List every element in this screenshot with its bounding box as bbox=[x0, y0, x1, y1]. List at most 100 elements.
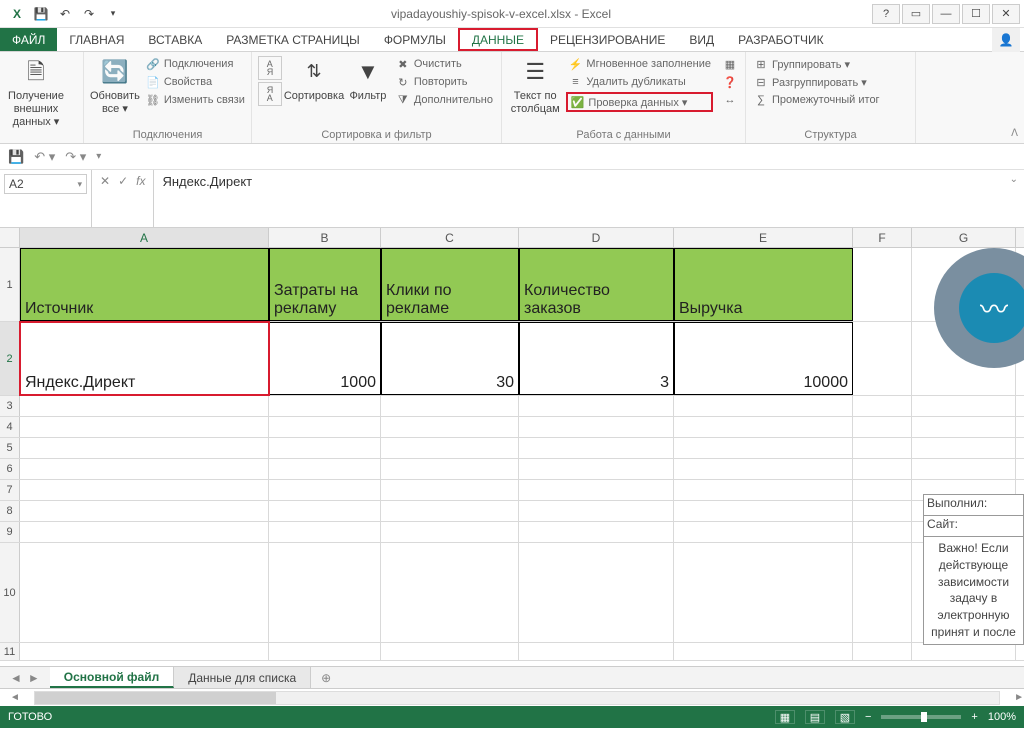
col-header-E[interactable]: E bbox=[674, 228, 853, 247]
cell-D2[interactable]: 3 bbox=[519, 322, 674, 395]
row-header-2[interactable]: 2 bbox=[0, 322, 20, 395]
consolidate-button[interactable]: ▦ bbox=[721, 56, 739, 72]
row-header-5[interactable]: 5 bbox=[0, 438, 20, 458]
user-icon[interactable]: 👤 bbox=[992, 28, 1020, 52]
zoom-percent[interactable]: 100% bbox=[988, 711, 1016, 723]
redo-quick-icon[interactable]: ↷ ▾ bbox=[65, 149, 86, 165]
row-header-11[interactable]: 11 bbox=[0, 643, 20, 660]
tab-insert[interactable]: ВСТАВКА bbox=[136, 28, 214, 51]
cell-D1[interactable]: Количество заказов bbox=[519, 248, 674, 321]
zoom-out-button[interactable]: − bbox=[865, 711, 871, 723]
cell-A3[interactable] bbox=[20, 396, 269, 416]
undo-icon[interactable]: ↶ bbox=[56, 5, 74, 23]
view-page-break-button[interactable]: ▧ bbox=[835, 710, 855, 724]
data-validation-button[interactable]: ✅Проверка данных ▾ bbox=[566, 92, 713, 112]
tab-view[interactable]: ВИД bbox=[677, 28, 726, 51]
edit-links-button[interactable]: ⛓Изменить связи bbox=[144, 92, 247, 108]
cancel-formula-icon[interactable]: ✕ bbox=[100, 174, 110, 188]
get-external-data-button[interactable]: 🗎 Получение внешних данных ▾ bbox=[6, 56, 66, 130]
zoom-slider[interactable] bbox=[881, 715, 961, 719]
relationships-button[interactable]: ↔ bbox=[721, 92, 739, 108]
cell-C1[interactable]: Клики по рекламе bbox=[381, 248, 519, 321]
sort-desc-button[interactable]: Я А bbox=[258, 82, 282, 106]
customize-quick-icon[interactable]: ▾ bbox=[96, 151, 101, 162]
hscroll-thumb[interactable] bbox=[35, 692, 276, 704]
hscroll-track[interactable] bbox=[34, 691, 1000, 705]
row-header-10[interactable]: 10 bbox=[0, 543, 20, 642]
fx-icon[interactable]: fx bbox=[136, 174, 145, 188]
hscroll-right-icon[interactable]: ► bbox=[1014, 692, 1024, 703]
cell-B2[interactable]: 1000 bbox=[269, 322, 381, 395]
enter-formula-icon[interactable]: ✓ bbox=[118, 174, 128, 188]
cell-F1[interactable] bbox=[853, 248, 912, 321]
view-normal-button[interactable]: ▦ bbox=[775, 710, 795, 724]
row-header-3[interactable]: 3 bbox=[0, 396, 20, 416]
redo-icon[interactable]: ↷ bbox=[80, 5, 98, 23]
cell-B1[interactable]: Затраты на рекламу bbox=[269, 248, 381, 321]
ribbon-options-button[interactable]: ▭ bbox=[902, 4, 930, 24]
remove-duplicates-button[interactable]: ≡Удалить дубликаты bbox=[566, 74, 713, 90]
filter-button[interactable]: ▼Фильтр bbox=[346, 56, 390, 103]
col-header-D[interactable]: D bbox=[519, 228, 674, 247]
cell-C2[interactable]: 30 bbox=[381, 322, 519, 395]
flash-fill-button[interactable]: ⚡Мгновенное заполнение bbox=[566, 56, 713, 72]
clear-filter-button[interactable]: ✖Очистить bbox=[394, 56, 495, 72]
ungroup-button[interactable]: ⊟Разгруппировать ▾ bbox=[752, 74, 882, 90]
refresh-all-button[interactable]: 🔄 Обновить все ▾ bbox=[90, 56, 140, 116]
tab-page-layout[interactable]: РАЗМЕТКА СТРАНИЦЫ bbox=[214, 28, 372, 51]
row-header-8[interactable]: 8 bbox=[0, 501, 20, 521]
col-header-G[interactable]: G bbox=[912, 228, 1016, 247]
row-header-4[interactable]: 4 bbox=[0, 417, 20, 437]
row-header-7[interactable]: 7 bbox=[0, 480, 20, 500]
hscroll-left-icon[interactable]: ◄ bbox=[10, 692, 20, 703]
save-quick-icon[interactable]: 💾 bbox=[8, 149, 24, 165]
name-box[interactable]: A2▾ bbox=[4, 174, 87, 194]
save-icon[interactable]: 💾 bbox=[32, 5, 50, 23]
text-to-columns-button[interactable]: ☰Текст по столбцам bbox=[508, 56, 562, 116]
reapply-filter-button[interactable]: ↻Повторить bbox=[394, 74, 495, 90]
collapse-ribbon-icon[interactable]: ᐱ bbox=[1011, 128, 1018, 139]
cell-A1[interactable]: Источник bbox=[20, 248, 269, 321]
help-button[interactable]: ? bbox=[872, 4, 900, 24]
col-header-C[interactable]: C bbox=[381, 228, 519, 247]
sheet-tab-list-data[interactable]: Данные для списка bbox=[174, 667, 311, 688]
cell-A2[interactable]: Яндекс.Директ bbox=[20, 322, 269, 395]
tab-home[interactable]: ГЛАВНАЯ bbox=[57, 28, 136, 51]
row-header-1[interactable]: 1 bbox=[0, 248, 20, 321]
sort-asc-button[interactable]: А Я bbox=[258, 56, 282, 80]
group-button[interactable]: ⊞Группировать ▾ bbox=[752, 56, 882, 72]
tab-review[interactable]: РЕЦЕНЗИРОВАНИЕ bbox=[538, 28, 677, 51]
cell-E2[interactable]: 10000 bbox=[674, 322, 853, 395]
cell-E1[interactable]: Выручка bbox=[674, 248, 853, 321]
maximize-button[interactable]: ☐ bbox=[962, 4, 990, 24]
col-header-B[interactable]: B bbox=[269, 228, 381, 247]
formula-bar[interactable]: Яндекс.Директ ⌄ bbox=[154, 170, 1024, 227]
zoom-in-button[interactable]: + bbox=[971, 711, 977, 723]
select-all-corner[interactable] bbox=[0, 228, 20, 247]
tab-data[interactable]: ДАННЫЕ bbox=[458, 28, 538, 51]
close-button[interactable]: ✕ bbox=[992, 4, 1020, 24]
col-header-F[interactable]: F bbox=[853, 228, 912, 247]
sheet-nav-next-icon[interactable]: ► bbox=[28, 671, 40, 685]
connections-button[interactable]: 🔗Подключения bbox=[144, 56, 247, 72]
cell-F2[interactable] bbox=[853, 322, 912, 395]
view-page-layout-button[interactable]: ▤ bbox=[805, 710, 825, 724]
tab-formulas[interactable]: ФОРМУЛЫ bbox=[372, 28, 458, 51]
tab-file[interactable]: ФАЙЛ bbox=[0, 28, 57, 51]
minimize-button[interactable]: — bbox=[932, 4, 960, 24]
row-header-6[interactable]: 6 bbox=[0, 459, 20, 479]
properties-button[interactable]: 📄Свойства bbox=[144, 74, 247, 90]
sheet-nav-prev-icon[interactable]: ◄ bbox=[10, 671, 22, 685]
whatif-button[interactable]: ❓ bbox=[721, 74, 739, 90]
advanced-filter-button[interactable]: ⧩Дополнительно bbox=[394, 92, 495, 108]
sheet-tab-main[interactable]: Основной файл bbox=[50, 667, 174, 688]
sort-button[interactable]: ⇅Сортировка bbox=[286, 56, 342, 103]
add-sheet-button[interactable]: ⊕ bbox=[311, 667, 341, 688]
expand-formula-icon[interactable]: ⌄ bbox=[1010, 174, 1018, 185]
qat-more-icon[interactable]: ▾ bbox=[104, 5, 122, 23]
undo-quick-icon[interactable]: ↶ ▾ bbox=[34, 149, 55, 165]
tab-developer[interactable]: РАЗРАБОТЧИК bbox=[726, 28, 836, 51]
col-header-A[interactable]: A bbox=[20, 228, 269, 247]
subtotal-button[interactable]: ∑Промежуточный итог bbox=[752, 92, 882, 108]
row-header-9[interactable]: 9 bbox=[0, 522, 20, 542]
